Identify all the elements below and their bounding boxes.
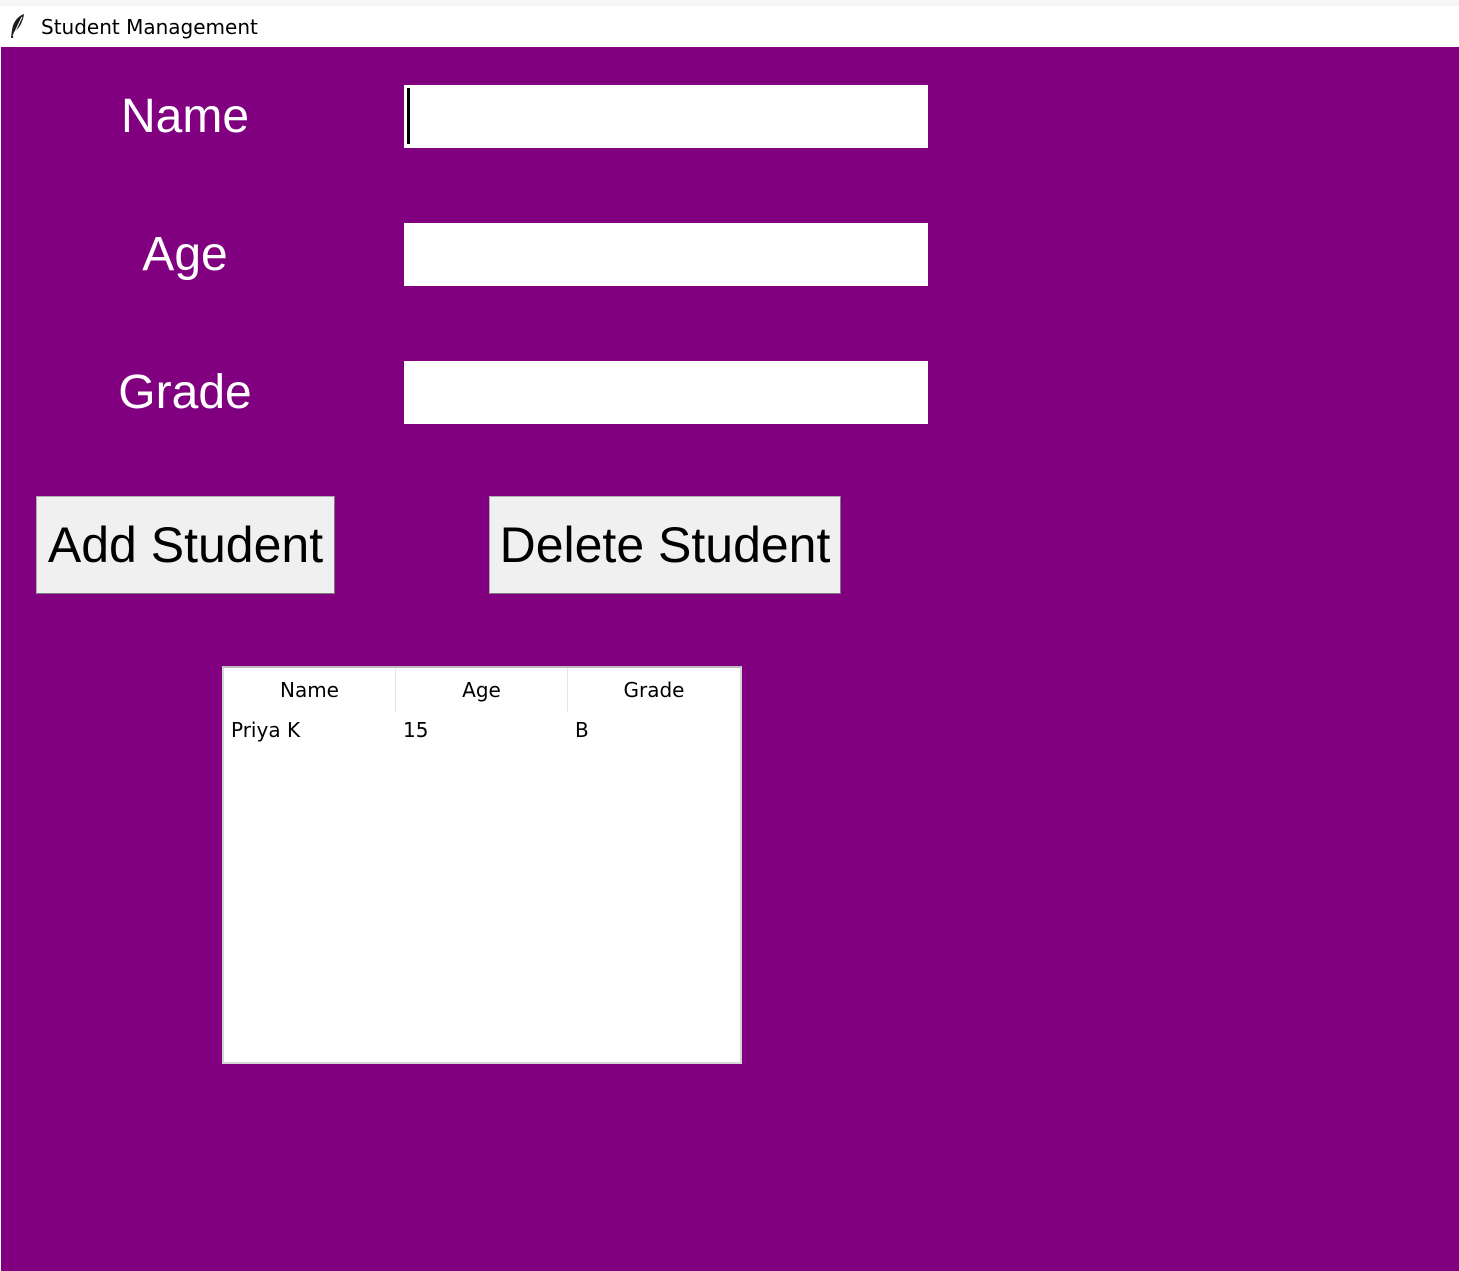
table-body: Priya K 15 B [224,712,740,748]
grade-label: Grade [118,366,252,419]
students-table[interactable]: Name Age Grade Priya K 15 B [222,666,742,1064]
age-input[interactable] [404,223,928,286]
table-header: Name Age Grade [224,668,740,712]
grade-input[interactable] [404,361,928,424]
text-cursor [407,88,410,144]
name-input[interactable] [404,85,928,148]
column-header-age[interactable]: Age [396,668,568,712]
table-row[interactable]: Priya K 15 B [224,712,740,748]
add-student-button[interactable]: Add Student [36,496,335,594]
cell-name: Priya K [231,718,301,742]
column-header-grade[interactable]: Grade [568,668,740,712]
app-window: Student Management Name Age Grade Add St… [0,0,1459,1271]
title-bar: Student Management [0,0,1459,47]
age-label: Age [142,228,228,281]
feather-icon [8,12,28,40]
window-title: Student Management [41,15,258,39]
cell-grade: B [575,718,589,742]
name-label: Name [120,90,250,143]
column-header-name[interactable]: Name [224,668,396,712]
delete-student-button[interactable]: Delete Student [489,496,841,594]
cell-age: 15 [403,718,429,742]
